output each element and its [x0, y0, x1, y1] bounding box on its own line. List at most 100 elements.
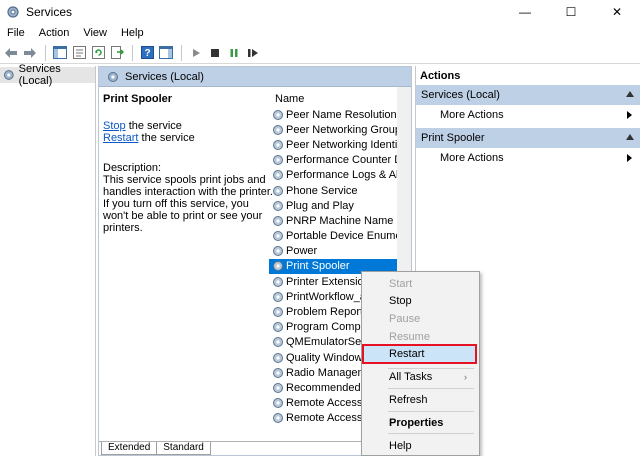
menu-item-pause[interactable]: Pause: [362, 310, 479, 327]
minimize-button[interactable]: —: [502, 0, 548, 24]
toolbar-separator: [132, 44, 133, 61]
tab-extended[interactable]: Extended: [101, 442, 158, 455]
help-toolbar-button[interactable]: ?: [138, 44, 156, 62]
service-gear-icon: [273, 291, 283, 302]
service-row[interactable]: Peer Networking Grouping: [269, 122, 397, 137]
service-gear-icon: [273, 261, 283, 272]
restart-service-link[interactable]: Restart: [103, 132, 138, 144]
service-name: Performance Logs & Alerts: [286, 169, 397, 182]
menu-item-start[interactable]: Start: [362, 275, 479, 292]
service-row[interactable]: Peer Name Resolution Prot: [269, 107, 397, 122]
menu-separator: [388, 411, 474, 412]
menu-separator: [388, 433, 474, 434]
services-gear-icon: [3, 70, 14, 80]
service-name: Peer Networking Grouping: [286, 123, 397, 136]
action-pane-icon: [159, 46, 173, 59]
close-button[interactable]: ✕: [594, 0, 640, 24]
services-pane-header: Services (Local): [99, 67, 411, 87]
menu-item-refresh[interactable]: Refresh: [362, 391, 479, 408]
console-tree: Services (Local): [0, 63, 96, 456]
collapse-triangle-icon[interactable]: [626, 91, 634, 97]
restart-service-button[interactable]: [244, 44, 262, 62]
refresh-toolbar-button[interactable]: [89, 44, 107, 62]
play-icon: [193, 48, 200, 57]
menu-item-help[interactable]: Help: [362, 437, 479, 454]
properties-toolbar-button[interactable]: [70, 44, 88, 62]
service-gear-icon: [273, 185, 283, 196]
menu-bar: File Action View Help: [0, 24, 640, 42]
properties-icon: [72, 46, 86, 59]
service-row[interactable]: Portable Device Enumerato: [269, 229, 397, 244]
service-gear-icon: [273, 398, 283, 409]
service-gear-icon: [273, 109, 283, 120]
pause-icon: [230, 48, 238, 57]
actions-group-print-spooler[interactable]: Print Spooler: [416, 128, 640, 148]
menu-view[interactable]: View: [76, 27, 114, 39]
actions-group-services-local[interactable]: Services (Local): [416, 85, 640, 105]
service-name: Quality Windows: [286, 351, 368, 364]
service-gear-icon: [273, 322, 283, 333]
submenu-arrow-icon: [627, 154, 632, 162]
menu-item-all-tasks[interactable]: All Tasks ›: [362, 368, 479, 385]
service-gear-icon: [273, 124, 283, 135]
maximize-button[interactable]: ☐: [548, 0, 594, 24]
menu-separator: [388, 388, 474, 389]
menu-item-stop[interactable]: Stop: [362, 292, 479, 309]
service-row[interactable]: Peer Networking Identity M: [269, 137, 397, 152]
service-name: Peer Name Resolution Prot: [286, 108, 397, 121]
title-bar: Services — ☐ ✕: [0, 0, 640, 24]
services-pane-title: Services (Local): [125, 70, 204, 83]
collapse-triangle-icon[interactable]: [626, 134, 634, 140]
stop-link-suffix: the service: [125, 120, 182, 132]
more-actions-services-local[interactable]: More Actions: [416, 105, 640, 125]
export-icon: [110, 46, 124, 59]
service-name: Phone Service: [286, 184, 358, 197]
service-row[interactable]: Performance Logs & Alerts: [269, 168, 397, 183]
selected-service-name: Print Spooler: [103, 93, 173, 105]
service-gear-icon: [273, 367, 283, 378]
export-list-button[interactable]: [108, 44, 126, 62]
menu-item-resume[interactable]: Resume: [362, 328, 479, 345]
window-title: Services: [26, 5, 73, 19]
submenu-arrow-icon: [627, 111, 632, 119]
service-row[interactable]: Performance Counter DLL H: [269, 153, 397, 168]
show-hide-console-tree-button[interactable]: [51, 44, 69, 62]
console-tree-icon: [53, 46, 67, 59]
service-gear-icon: [273, 155, 283, 166]
service-name: Portable Device Enumerato: [286, 230, 397, 243]
tab-standard[interactable]: Standard: [156, 442, 211, 455]
tree-item-services-local[interactable]: Services (Local): [0, 63, 95, 87]
service-gear-icon: [273, 200, 283, 211]
submenu-chevron-icon: ›: [464, 371, 467, 382]
back-button[interactable]: [2, 44, 20, 62]
service-name: Radio Manageme: [286, 366, 373, 379]
service-description-panel: Print Spooler Stop the service Restart t…: [103, 93, 273, 234]
service-row[interactable]: PNRP Machine Name Publ: [269, 213, 397, 228]
context-menu: Start Stop Pause Resume Restart All Task…: [361, 271, 480, 456]
menu-item-restart[interactable]: Restart: [362, 344, 477, 364]
pause-service-button[interactable]: [225, 44, 243, 62]
services-gear-icon: [7, 6, 19, 18]
service-row[interactable]: Plug and Play: [269, 198, 397, 213]
menu-help[interactable]: Help: [114, 27, 151, 39]
menu-file[interactable]: File: [0, 27, 32, 39]
toolbar-separator: [181, 44, 182, 61]
actions-group-label: Services (Local): [421, 89, 500, 101]
service-row[interactable]: Phone Service: [269, 183, 397, 198]
service-name: Print Spooler: [286, 260, 350, 273]
show-hide-action-pane-button[interactable]: [157, 44, 175, 62]
menu-item-properties[interactable]: Properties: [362, 414, 479, 431]
menu-action[interactable]: Action: [32, 27, 77, 39]
more-actions-print-spooler[interactable]: More Actions: [416, 148, 640, 168]
forward-arrow-icon: [24, 47, 36, 58]
service-name: Performance Counter DLL H: [286, 154, 397, 167]
column-header-name[interactable]: Name: [269, 87, 397, 107]
service-row[interactable]: Power: [269, 244, 397, 259]
stop-service-link[interactable]: Stop: [103, 120, 126, 132]
service-gear-icon: [273, 231, 283, 242]
service-gear-icon: [273, 170, 283, 181]
start-service-button[interactable]: [187, 44, 205, 62]
stop-service-button[interactable]: [206, 44, 224, 62]
service-gear-icon: [273, 382, 283, 393]
forward-button[interactable]: [21, 44, 39, 62]
